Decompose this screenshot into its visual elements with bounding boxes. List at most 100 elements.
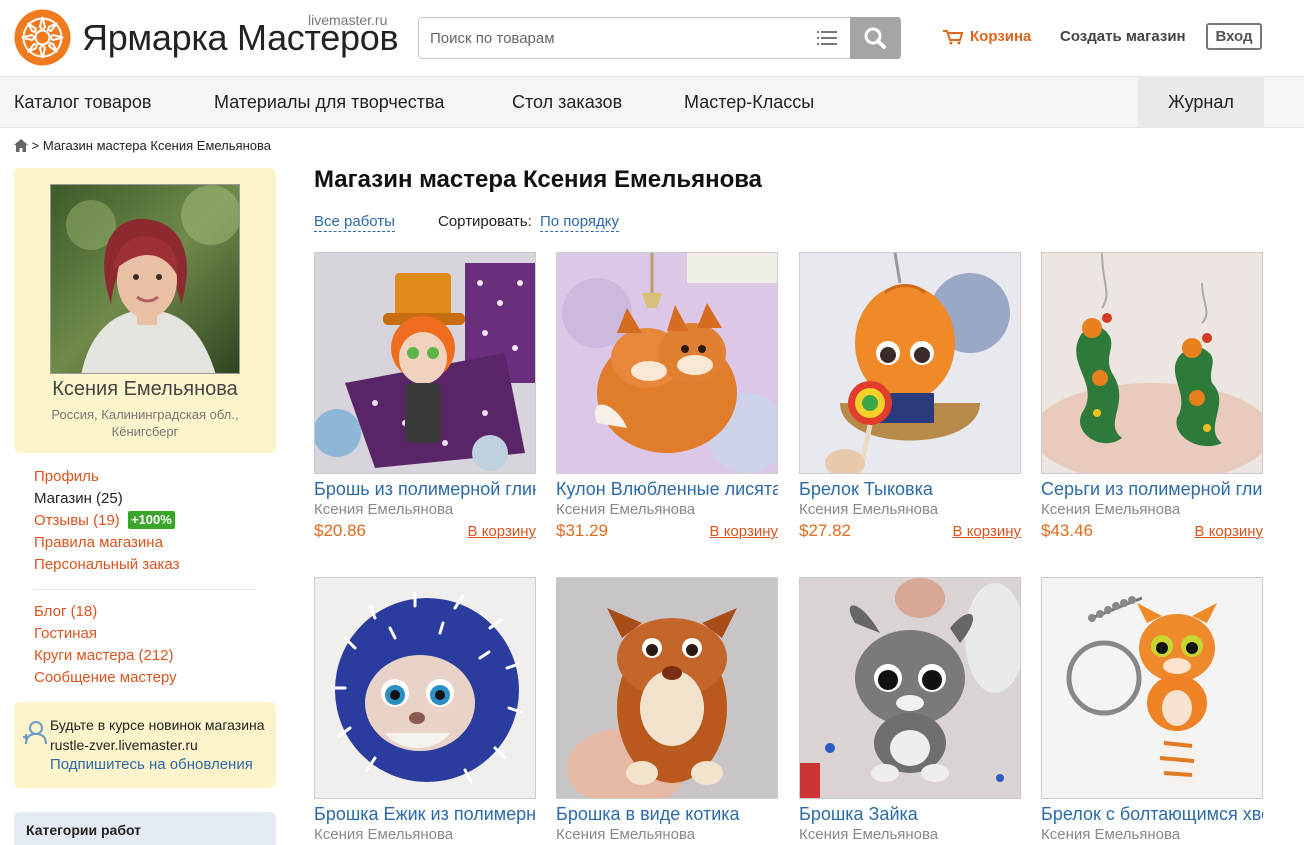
add-to-cart-link[interactable]: В корзину bbox=[1195, 523, 1263, 540]
subscribe-line2: rustle-zver.livemaster.ru bbox=[50, 737, 198, 753]
cart-icon bbox=[943, 30, 964, 45]
site-header: Ярмарка Мастеров livemaster.ru Корзина С… bbox=[0, 0, 1304, 76]
product-card: Брошь из полимерной глины Ксения Емельян… bbox=[314, 252, 536, 545]
product-seller[interactable]: Ксения Емельянова bbox=[799, 825, 1021, 845]
product-image[interactable] bbox=[314, 252, 536, 474]
product-seller[interactable]: Ксения Емельянова bbox=[314, 825, 536, 845]
location-line2: Кёнигсберг bbox=[111, 424, 179, 439]
avatar[interactable] bbox=[50, 184, 240, 374]
product-seller[interactable]: Ксения Емельянова bbox=[1041, 825, 1263, 845]
product-price: $31.29 bbox=[556, 521, 608, 540]
breadcrumb: > Магазин мастера Ксения Емельянова bbox=[14, 138, 271, 153]
sidebar-item-rules[interactable]: Правила магазина bbox=[34, 532, 179, 554]
product-card: Брелок с болтающимся хвостом Ксения Емел… bbox=[1041, 577, 1263, 845]
product-seller[interactable]: Ксения Емельянова bbox=[556, 500, 778, 520]
search-icon bbox=[864, 27, 886, 49]
nav-item-catalog[interactable]: Каталог товаров bbox=[14, 92, 151, 113]
create-shop-link[interactable]: Создать магазин bbox=[1060, 28, 1186, 45]
sidebar-item-count: (25) bbox=[96, 490, 123, 507]
product-buy-row: $31.29 В корзину bbox=[556, 521, 778, 545]
add-to-cart-link[interactable]: В корзину bbox=[468, 523, 536, 540]
product-buy-row: $43.46 В корзину bbox=[1041, 521, 1263, 545]
product-price: $27.82 bbox=[799, 521, 851, 540]
sidebar-item-label: Круги мастера bbox=[34, 647, 135, 664]
product-seller[interactable]: Ксения Емельянова bbox=[1041, 500, 1263, 520]
cart-link[interactable]: Корзина bbox=[942, 28, 1031, 45]
sun-logo-icon[interactable] bbox=[14, 9, 71, 66]
add-to-cart-link[interactable]: В корзину bbox=[710, 523, 778, 540]
product-image[interactable] bbox=[556, 252, 778, 474]
list-icon[interactable] bbox=[817, 30, 837, 46]
profile-name[interactable]: Ксения Емельянова bbox=[14, 378, 276, 401]
product-title[interactable]: Брелок Тыковка bbox=[799, 478, 1021, 500]
sidebar-item-blog[interactable]: Блог (18) bbox=[34, 601, 177, 623]
nav-item-journal[interactable]: Журнал bbox=[1138, 77, 1264, 127]
product-image[interactable] bbox=[1041, 252, 1263, 474]
product-seller[interactable]: Ксения Емельянова bbox=[556, 825, 778, 845]
product-image[interactable] bbox=[799, 252, 1021, 474]
product-seller[interactable]: Ксения Емельянова bbox=[799, 500, 1021, 520]
subscribe-text: Будьте в курсе новинок магазина rustle-z… bbox=[50, 715, 265, 755]
home-icon[interactable] bbox=[14, 139, 28, 152]
product-price: $43.46 bbox=[1041, 521, 1093, 540]
sort-dropdown[interactable]: По порядку bbox=[540, 213, 620, 232]
subscribe-box: Будьте в курсе новинок магазина rustle-z… bbox=[14, 702, 276, 788]
product-price: $20.86 bbox=[314, 521, 366, 540]
product-title[interactable]: Кулон Влюбленные лисята bbox=[556, 478, 778, 500]
sidebar-item-profile[interactable]: Профиль bbox=[34, 466, 179, 488]
product-card: Брошка Зайка Ксения Емельянова bbox=[799, 577, 1021, 845]
sidebar-item-message[interactable]: Сообщение мастеру bbox=[34, 667, 177, 689]
product-title[interactable]: Брошь из полимерной глины bbox=[314, 478, 536, 500]
sidebar-item-reviews[interactable]: Отзывы (19) +100% bbox=[34, 510, 179, 532]
login-button[interactable]: Вход bbox=[1206, 23, 1262, 50]
product-card: Брелок Тыковка Ксения Емельянова $27.82 … bbox=[799, 252, 1021, 545]
nav-item-materials[interactable]: Материалы для творчества bbox=[214, 92, 444, 113]
sidebar-divider bbox=[34, 589, 256, 590]
product-image[interactable] bbox=[556, 577, 778, 799]
nav-item-masterclasses[interactable]: Мастер-Классы bbox=[684, 92, 814, 113]
sidebar-item-label: Блог bbox=[34, 603, 67, 620]
sidebar-item-count: (212) bbox=[138, 647, 174, 664]
location-line1: Россия, Калининградская обл., bbox=[51, 407, 239, 422]
product-card: Брошка в виде котика Ксения Емельянова bbox=[556, 577, 778, 845]
product-image[interactable] bbox=[1041, 577, 1263, 799]
product-image[interactable] bbox=[799, 577, 1021, 799]
breadcrumb-current: Магазин мастера Ксения Емельянова bbox=[42, 138, 271, 153]
sidebar-menu: Профиль Магазин (25) Отзывы (19) +100% П… bbox=[34, 466, 179, 576]
product-card: Серьги из полимерной глины Ксения Емелья… bbox=[1041, 252, 1263, 545]
sidebar-item-lounge[interactable]: Гостиная bbox=[34, 623, 177, 645]
sort-label: Сортировать: bbox=[438, 213, 532, 230]
filter-all-works[interactable]: Все работы bbox=[314, 213, 395, 232]
breadcrumb-separator: > bbox=[31, 138, 40, 153]
logo-subtext: livemaster.ru bbox=[308, 12, 388, 28]
subscribe-link[interactable]: Подпишитесь на обновления bbox=[50, 756, 253, 773]
page-title: Магазин мастера Ксения Емельянова bbox=[314, 166, 763, 193]
product-image[interactable] bbox=[314, 577, 536, 799]
sidebar-item-circles[interactable]: Круги мастера (212) bbox=[34, 645, 177, 667]
cart-label: Корзина bbox=[970, 28, 1032, 45]
product-buy-row: $20.86 В корзину bbox=[314, 521, 536, 545]
sidebar-item-personal-order[interactable]: Персональный заказ bbox=[34, 554, 179, 576]
product-card: Брошка Ежик из полимерной глины Ксения Е… bbox=[314, 577, 536, 845]
categories-panel: Категории работ bbox=[14, 812, 276, 845]
sidebar-item-count: (18) bbox=[70, 603, 98, 620]
nav-item-orders[interactable]: Стол заказов bbox=[512, 92, 622, 113]
add-to-cart-link[interactable]: В корзину bbox=[953, 523, 1021, 540]
profile-location: Россия, Калининградская обл., Кёнигсберг bbox=[14, 406, 276, 440]
search-box bbox=[418, 17, 901, 59]
subscribe-user-icon bbox=[23, 721, 47, 745]
subscribe-line1: Будьте в курсе новинок магазина bbox=[50, 717, 265, 733]
product-title[interactable]: Серьги из полимерной глины bbox=[1041, 478, 1263, 500]
search-input[interactable] bbox=[419, 18, 814, 58]
product-title[interactable]: Брошка Зайка bbox=[799, 803, 1021, 825]
sidebar-item-label: Магазин bbox=[34, 490, 92, 507]
search-button[interactable] bbox=[850, 17, 901, 59]
sidebar-menu-secondary: Блог (18) Гостиная Круги мастера (212) С… bbox=[34, 601, 177, 689]
product-title[interactable]: Брошка Ежик из полимерной глины bbox=[314, 803, 536, 825]
sidebar-item-count: (19) bbox=[93, 512, 120, 529]
product-title[interactable]: Брелок с болтающимся хвостом bbox=[1041, 803, 1263, 825]
product-title[interactable]: Брошка в виде котика bbox=[556, 803, 778, 825]
product-seller[interactable]: Ксения Емельянова bbox=[314, 500, 536, 520]
sidebar-item-shop[interactable]: Магазин (25) bbox=[34, 488, 179, 510]
main-nav: Каталог товаров Материалы для творчества… bbox=[0, 76, 1304, 128]
